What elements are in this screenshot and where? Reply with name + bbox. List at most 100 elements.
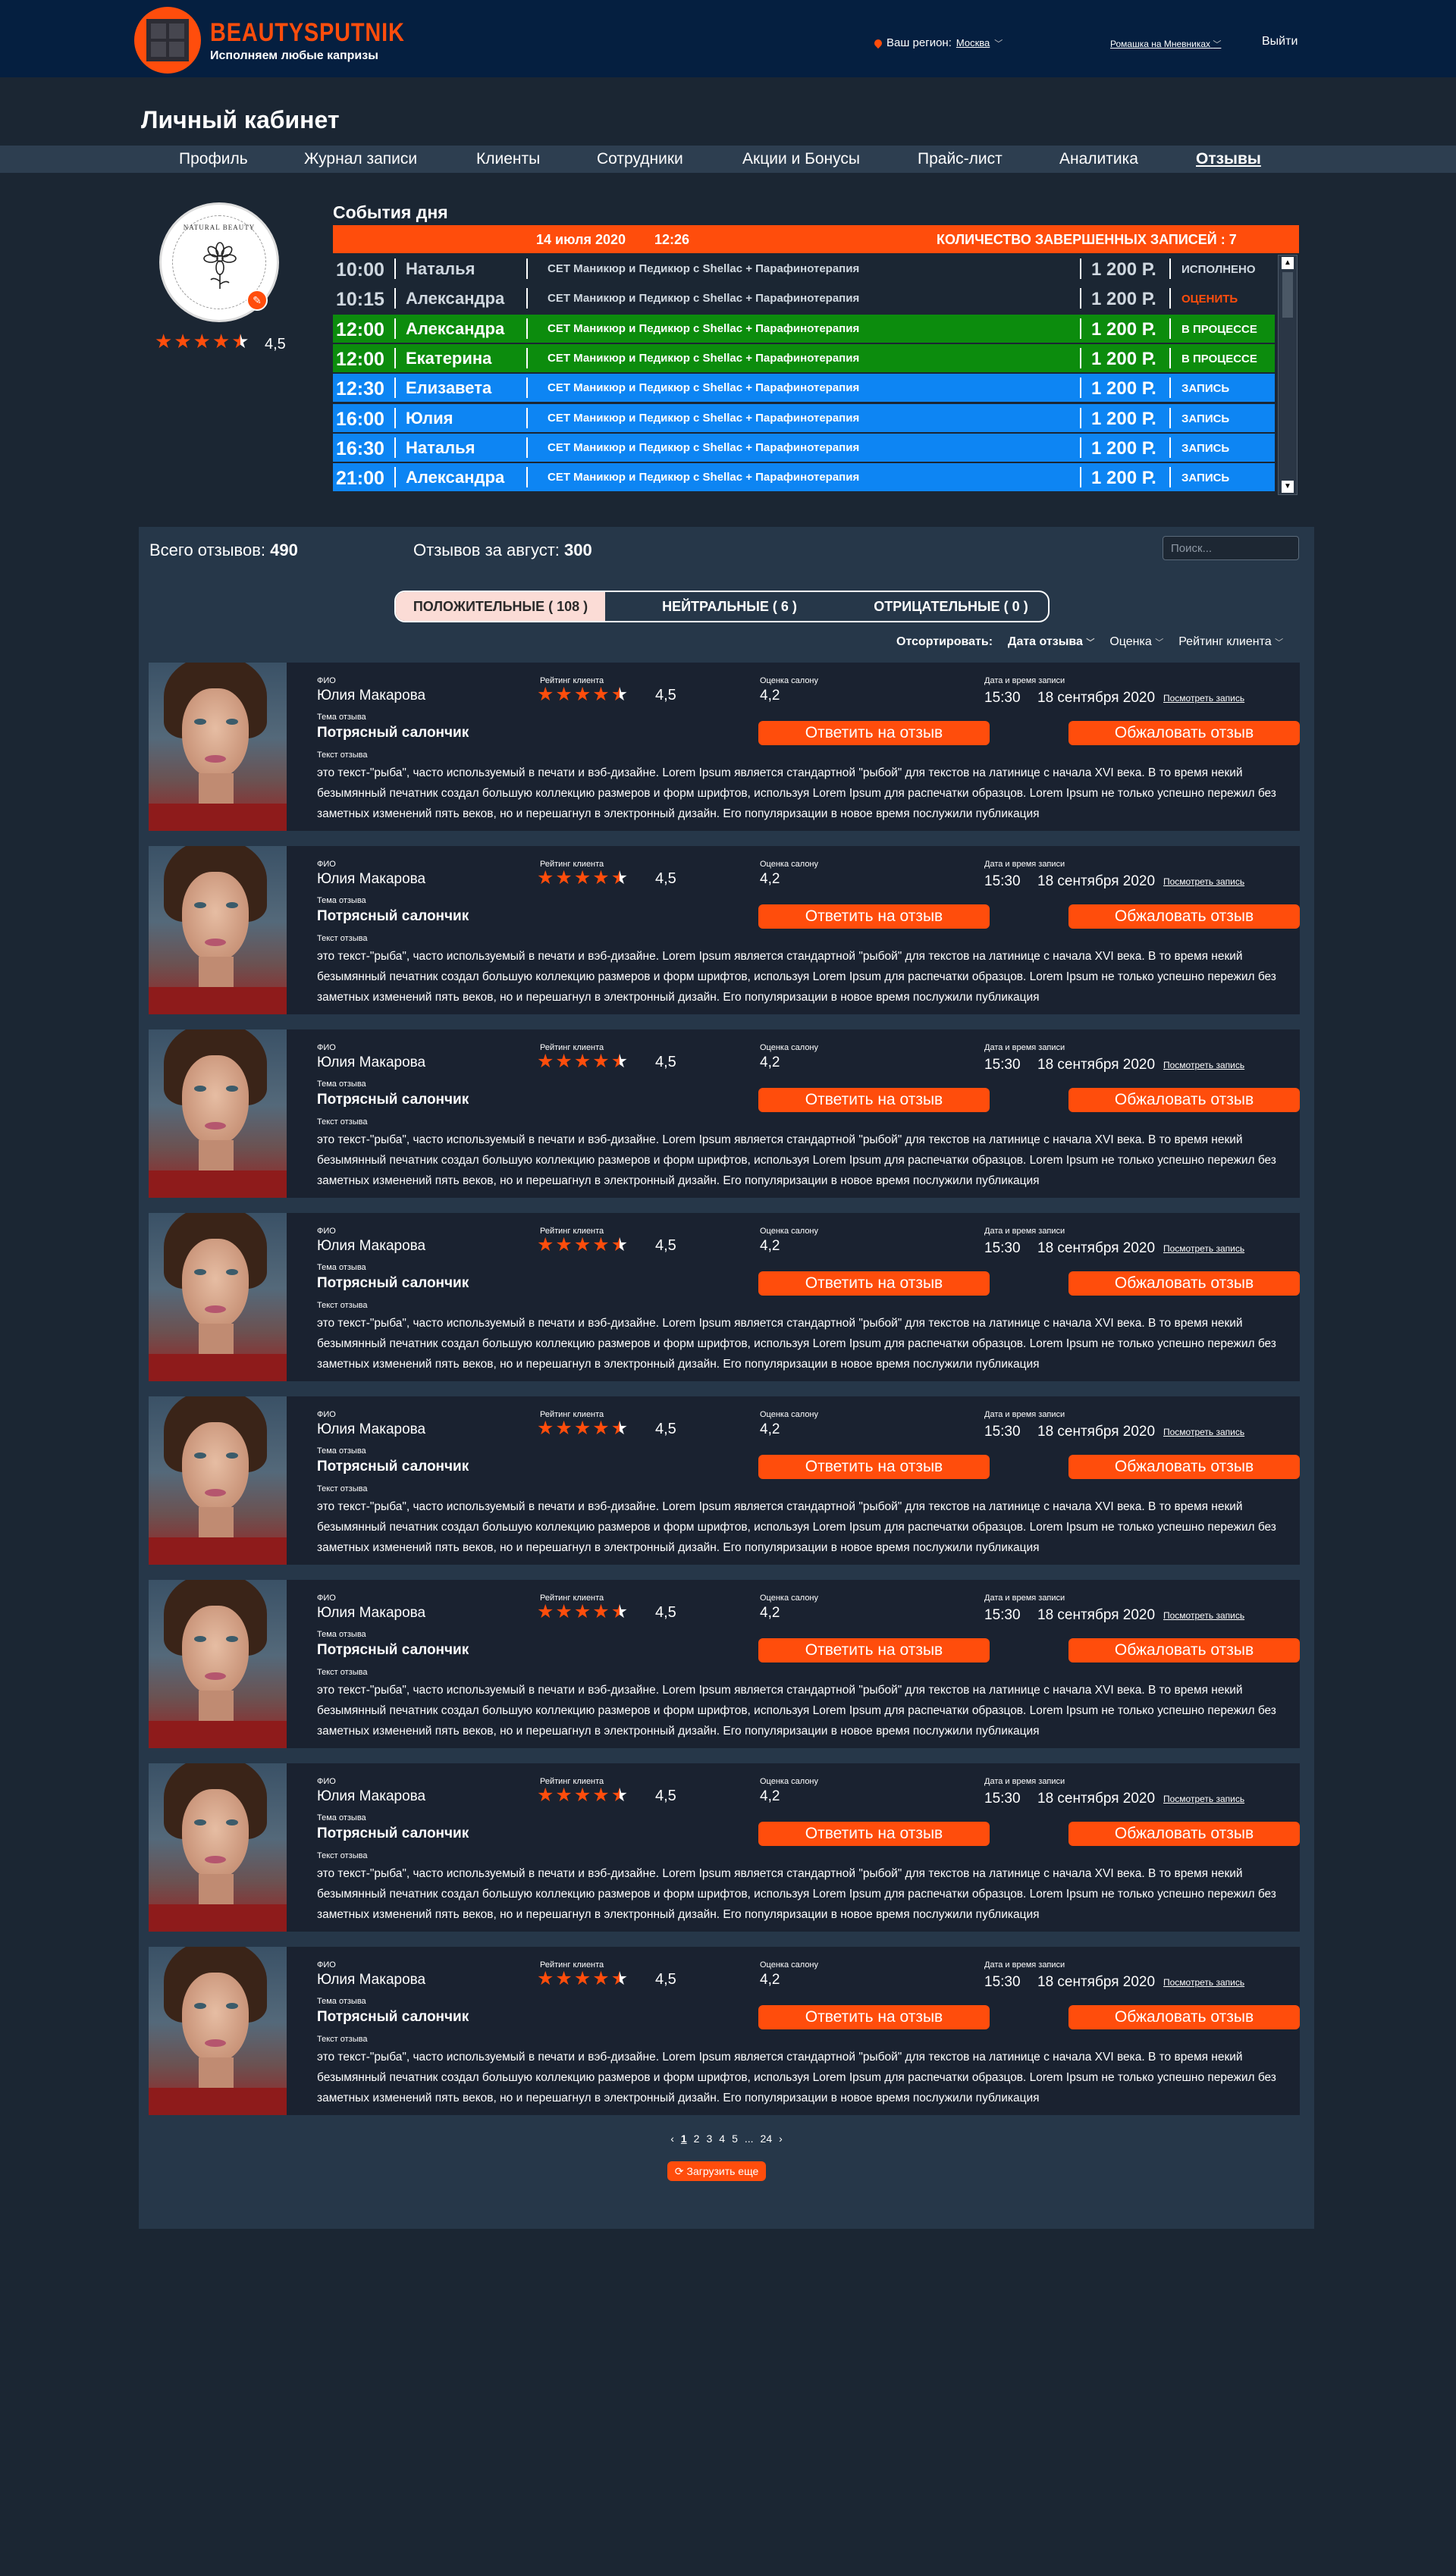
appeal-button[interactable]: Обжаловать отзыв: [1068, 1822, 1300, 1846]
reply-button[interactable]: Ответить на отзыв: [758, 2005, 990, 2029]
nav-reviews[interactable]: Отзывы: [1196, 150, 1261, 168]
scroll-thumb[interactable]: [1282, 272, 1293, 318]
nav-journal[interactable]: Журнал записи: [304, 150, 417, 168]
region-value[interactable]: Москва: [956, 37, 990, 49]
event-price: 1 200 Р.: [1091, 437, 1156, 459]
client-photo: [149, 1213, 287, 1381]
nav-employees[interactable]: Сотрудники: [597, 150, 683, 168]
page-title: Личный кабинет: [141, 106, 340, 133]
star-icon: ★: [537, 1234, 554, 1255]
event-client: Юлия: [406, 408, 453, 428]
salon-score-label: Оценка салону: [760, 676, 819, 685]
record-date: 18 сентября 2020: [1037, 1974, 1156, 1990]
fio-label: ФИО: [317, 1594, 336, 1603]
view-record-link[interactable]: Посмотреть запись: [1163, 693, 1244, 704]
reply-button[interactable]: Ответить на отзыв: [758, 1271, 990, 1296]
event-row[interactable]: 12:00 Александра СЕТ Маникюр и Педикюр с S…: [333, 314, 1275, 343]
half-star-icon: ★: [610, 1601, 629, 1622]
reply-button[interactable]: Ответить на отзыв: [758, 1822, 990, 1846]
event-row[interactable]: 16:00 Юлия СЕТ Маникюр и Педикюр с Shellac…: [333, 403, 1275, 432]
record-time: 15:30: [984, 1607, 1021, 1623]
nav-promotions[interactable]: Акции и Бонусы: [742, 150, 860, 168]
edit-avatar-icon[interactable]: ✎: [246, 290, 268, 311]
nav-clients[interactable]: Клиенты: [476, 150, 540, 168]
reply-button[interactable]: Ответить на отзыв: [758, 1455, 990, 1479]
review-card: ФИО Юлия Макарова Рейтинг клиента ★ ★ ★ ★ ★ 4,5 О…: [149, 1213, 1300, 1381]
event-row[interactable]: 12:30 Елизавета СЕТ Маникюр и Педикюр с Sh…: [333, 374, 1275, 403]
salon-selector[interactable]: Ромашка на Мневниках ﹀: [1110, 38, 1221, 50]
star-icon: ★: [555, 684, 573, 705]
text-label: Текст отзыва: [317, 2035, 368, 2044]
region-selector[interactable]: Ваш регион: Москва ﹀: [872, 36, 1003, 49]
view-record-link[interactable]: Посмотреть запись: [1163, 1243, 1244, 1254]
sort-by-client-rating[interactable]: Рейтинг клиента ﹀: [1178, 635, 1283, 649]
star-icon: ★: [573, 1968, 592, 1989]
event-row[interactable]: 16:30 Наталья СЕТ Маникюр и Педикюр с Shel…: [333, 433, 1275, 462]
page-link[interactable]: 3: [706, 2133, 712, 2145]
event-time: 21:00: [336, 468, 384, 490]
event-row[interactable]: 10:00 Наталья СЕТ Маникюр и Педикюр с Shel…: [333, 255, 1275, 283]
divider: [1169, 437, 1171, 458]
appeal-button[interactable]: Обжаловать отзыв: [1068, 1455, 1300, 1479]
page-link[interactable]: 24: [761, 2133, 773, 2145]
nav-pricelist[interactable]: Прайс-лист: [918, 150, 1003, 168]
sort-by-date[interactable]: Дата отзыва ﹀: [1008, 635, 1094, 649]
view-record-link[interactable]: Посмотреть запись: [1163, 1427, 1244, 1437]
tab-neutral[interactable]: НЕЙТРАЛЬНЫЕ ( 6 ): [605, 592, 854, 621]
datetime-label: Дата и время записи: [984, 676, 1065, 685]
star-icon: ★: [592, 1051, 610, 1072]
events-scrollbar[interactable]: ▲ ▼: [1278, 255, 1298, 495]
event-status[interactable]: ОЦЕНИТЬ: [1181, 293, 1238, 306]
view-record-link[interactable]: Посмотреть запись: [1163, 1610, 1244, 1621]
logout-link[interactable]: Выйти: [1262, 35, 1298, 49]
event-price: 1 200 Р.: [1091, 259, 1156, 280]
view-record-link[interactable]: Посмотреть запись: [1163, 1060, 1244, 1070]
event-row[interactable]: 12:00 Екатерина СЕТ Маникюр и Педикюр с Sh…: [333, 343, 1275, 372]
star-icon: ★: [573, 1051, 592, 1072]
appeal-button[interactable]: Обжаловать отзыв: [1068, 1638, 1300, 1662]
reply-button[interactable]: Ответить на отзыв: [758, 721, 990, 745]
view-record-link[interactable]: Посмотреть запись: [1163, 876, 1244, 887]
load-more-button[interactable]: ⟳ Загрузить еще: [667, 2161, 766, 2181]
page-link[interactable]: 4: [719, 2133, 725, 2145]
nav-analytics[interactable]: Аналитика: [1059, 150, 1138, 168]
next-page-icon[interactable]: ›: [779, 2133, 783, 2145]
appeal-button[interactable]: Обжаловать отзыв: [1068, 904, 1300, 929]
topic-label: Тема отзыва: [317, 1080, 366, 1089]
appeal-button[interactable]: Обжаловать отзыв: [1068, 1088, 1300, 1112]
review-text: это текст-"рыба", часто используемый в п…: [317, 1867, 1276, 1921]
appeal-button[interactable]: Обжаловать отзыв: [1068, 721, 1300, 745]
event-status: В ПРОЦЕССЕ: [1181, 352, 1257, 365]
review-topic: Потрясный салончик: [317, 1642, 469, 1658]
reply-button[interactable]: Ответить на отзыв: [758, 904, 990, 929]
client-name: Юлия Макарова: [317, 688, 426, 704]
record-date: 18 сентября 2020: [1037, 690, 1156, 706]
fio-label: ФИО: [317, 1227, 336, 1236]
reply-button[interactable]: Ответить на отзыв: [758, 1088, 990, 1112]
appeal-button[interactable]: Обжаловать отзыв: [1068, 2005, 1300, 2029]
divider: [1080, 467, 1081, 488]
page-link[interactable]: 1: [681, 2133, 687, 2145]
prev-page-icon[interactable]: ‹: [670, 2133, 674, 2145]
event-row[interactable]: 21:00 Александра СЕТ Маникюр и Педикюр с S…: [333, 463, 1275, 492]
appeal-button[interactable]: Обжаловать отзыв: [1068, 1271, 1300, 1296]
tab-negative[interactable]: ОТРИЦАТЕЛЬНЫЕ ( 0 ): [854, 592, 1048, 621]
sort-by-score[interactable]: Оценка ﹀: [1109, 635, 1163, 649]
flower-icon: [203, 242, 237, 289]
reply-button[interactable]: Ответить на отзыв: [758, 1638, 990, 1662]
search-input[interactable]: [1163, 536, 1299, 560]
scroll-up-icon[interactable]: ▲: [1282, 257, 1294, 269]
page-link[interactable]: 2: [694, 2133, 700, 2145]
nav-profile[interactable]: Профиль: [179, 150, 248, 168]
view-record-link[interactable]: Посмотреть запись: [1163, 1794, 1244, 1804]
star-icon: ★: [573, 1785, 592, 1806]
salon-avatar[interactable]: NATURAL BEAUTY ✎: [159, 202, 279, 322]
scroll-down-icon[interactable]: ▼: [1282, 481, 1294, 493]
page-link[interactable]: 5: [732, 2133, 738, 2145]
text-label: Текст отзыва: [317, 1301, 368, 1310]
logo[interactable]: BEAUTYSPUTNIK Исполняем любые капризы: [134, 7, 439, 74]
event-row[interactable]: 10:15 Александра СЕТ Маникюр и Педикюр с S…: [333, 284, 1275, 312]
record-date: 18 сентября 2020: [1037, 1057, 1156, 1073]
tab-positive[interactable]: ПОЛОЖИТЕЛЬНЫЕ ( 108 ): [396, 592, 605, 621]
view-record-link[interactable]: Посмотреть запись: [1163, 1977, 1244, 1988]
